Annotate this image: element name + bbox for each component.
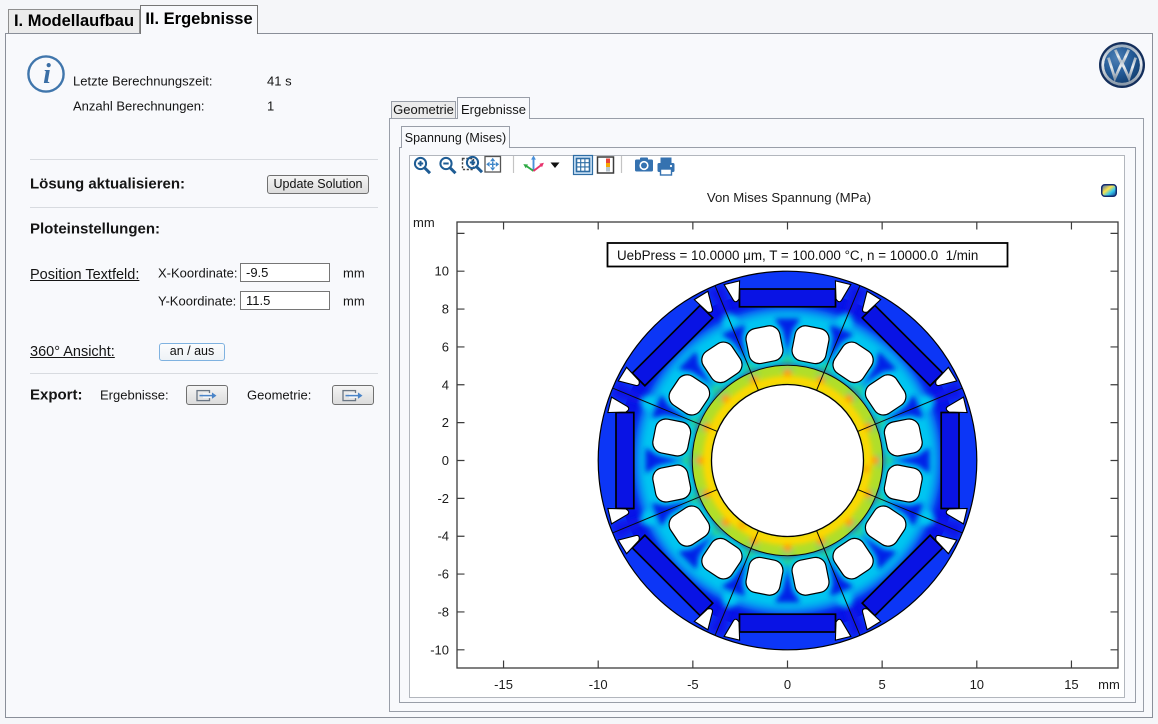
svg-text:5: 5 [879,677,886,692]
svg-text:mm: mm [1098,677,1120,692]
svg-text:8: 8 [442,302,449,317]
svg-text:-4: -4 [437,529,449,544]
svg-text:15: 15 [1064,677,1078,692]
svg-text:4: 4 [442,377,449,392]
svg-text:mm: mm [413,215,435,230]
svg-text:Von Mises Spannung (MPa): Von Mises Spannung (MPa) [707,190,871,205]
svg-text:-10: -10 [589,677,608,692]
svg-text:0: 0 [784,677,791,692]
svg-text:-2: -2 [437,491,449,506]
svg-text:6: 6 [442,339,449,354]
svg-text:-5: -5 [687,677,699,692]
svg-text:-8: -8 [437,604,449,619]
svg-text:UebPress = 10.0000 μm, T = 100: UebPress = 10.0000 μm, T = 100.000 °C, n… [617,248,978,263]
svg-text:10: 10 [970,677,984,692]
svg-text:i: i [43,59,51,90]
svg-text:10: 10 [435,264,449,279]
svg-text:-15: -15 [494,677,513,692]
svg-text:-6: -6 [437,567,449,582]
svg-text:2: 2 [442,415,449,430]
svg-text:-10: -10 [430,642,449,657]
svg-text:0: 0 [442,453,449,468]
